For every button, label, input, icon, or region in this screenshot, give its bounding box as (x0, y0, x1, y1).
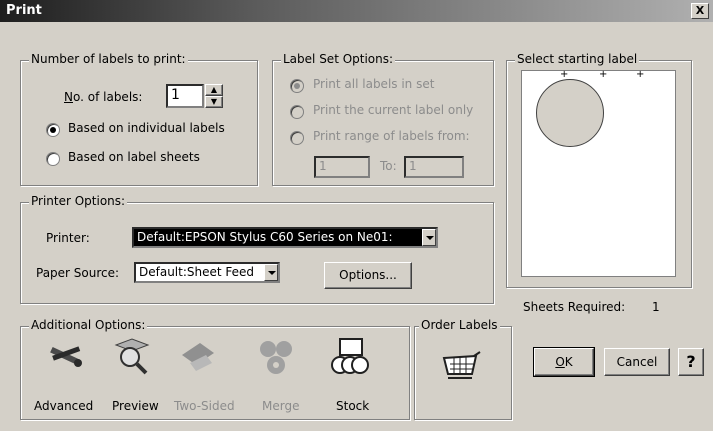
tool-label-advanced: Advanced (34, 399, 94, 413)
label-marker-plus-3: + (636, 69, 645, 80)
printer-select-value: Default:EPSON Stylus C60 Series on Ne01: (137, 230, 393, 244)
shopping-cart-icon[interactable] (440, 346, 484, 386)
no-of-labels-input[interactable]: 1 (166, 84, 204, 108)
order-labels-legend: Order Labels (419, 318, 500, 332)
window-title: Print (6, 3, 42, 18)
help-icon: ? (686, 352, 696, 371)
no-of-labels-label-text: o. of labels: (72, 90, 143, 104)
paper-source-label: Paper Source: (36, 266, 120, 280)
range-to-input[interactable]: 1 (404, 156, 464, 178)
select-starting-label-legend: Select starting label (515, 52, 640, 66)
ok-button[interactable]: OK (533, 347, 595, 377)
no-of-labels-label: No. of labels: (64, 90, 142, 104)
title-bar: Print X (0, 0, 713, 22)
label-marker-plus-2: + (599, 69, 608, 80)
radio-individual-labels[interactable] (46, 123, 60, 137)
spinner-up-button[interactable]: ▲ (205, 84, 223, 96)
ok-button-rest: K (564, 355, 573, 369)
tool-label-merge: Merge (262, 399, 300, 413)
sheets-required-label: Sheets Required: (523, 300, 626, 314)
radio-selected-dot (50, 127, 56, 133)
merge-icon (254, 337, 298, 377)
additional-options-legend: Additional Options: (29, 318, 148, 332)
radio-label-sheets-text: Based on label sheets (68, 150, 200, 164)
radio-print-all[interactable] (290, 79, 304, 93)
sheets-required-value: 1 (652, 300, 660, 314)
paper-source-dropdown-arrow-icon[interactable] (264, 264, 278, 281)
tool-label-two-sided: Two-Sided (174, 399, 235, 413)
magnifier-icon[interactable] (110, 337, 154, 377)
tool-label-preview: Preview (112, 399, 159, 413)
no-of-labels-spinner[interactable]: ▲ ▼ (205, 84, 223, 108)
cancel-button[interactable]: Cancel (604, 348, 670, 376)
close-button[interactable]: X (691, 3, 709, 19)
printer-options-group: Printer Options: (20, 194, 494, 304)
radio-individual-labels-text: Based on individual labels (68, 121, 225, 135)
help-button[interactable]: ? (678, 348, 704, 376)
number-of-labels-legend: Number of labels to print: (29, 52, 188, 66)
radio-print-range[interactable] (290, 131, 304, 145)
paper-source-select[interactable]: Default:Sheet Feed (134, 262, 280, 283)
radio-label-sheets[interactable] (46, 152, 60, 166)
range-from-input[interactable]: 1 (314, 156, 370, 178)
printer-options-legend: Printer Options: (29, 194, 128, 208)
label-sheet-preview[interactable]: + + + (521, 69, 676, 277)
tools-icon[interactable] (44, 337, 88, 377)
radio-print-current[interactable] (290, 105, 304, 119)
spinner-down-button[interactable]: ▼ (205, 96, 223, 108)
radio-print-all-dot (294, 83, 300, 89)
range-to-label: To: (380, 159, 397, 173)
stock-icon[interactable] (328, 337, 372, 377)
label-circle-preview[interactable] (536, 79, 604, 147)
paper-source-value: Default:Sheet Feed (139, 265, 255, 279)
label-set-options-legend: Label Set Options: (281, 52, 396, 66)
ok-mnemonic: O (555, 355, 565, 369)
printer-label: Printer: (46, 231, 90, 245)
tool-label-stock: Stock (336, 399, 370, 413)
options-button[interactable]: Options... (324, 262, 412, 289)
radio-print-current-text: Print the current label only (313, 103, 474, 117)
radio-print-range-text: Print range of labels from: (313, 129, 470, 143)
no-of-labels-mnemonic: N (64, 90, 73, 104)
printer-dropdown-arrow-icon[interactable] (422, 229, 436, 246)
two-sided-icon (176, 337, 220, 377)
radio-print-all-text: Print all labels in set (313, 77, 435, 91)
printer-select[interactable]: Default:EPSON Stylus C60 Series on Ne01: (132, 227, 438, 248)
